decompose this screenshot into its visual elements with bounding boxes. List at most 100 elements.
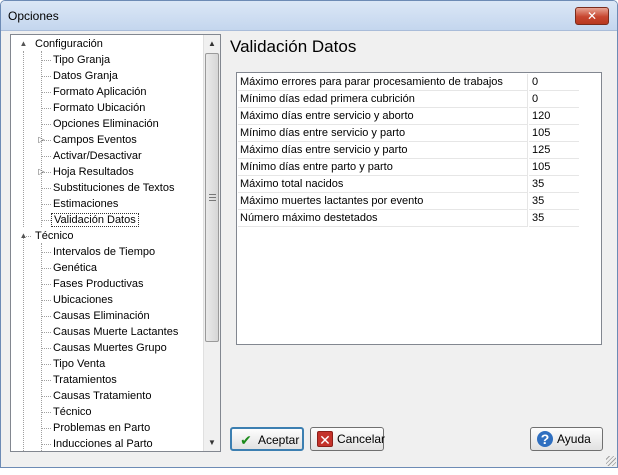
tree-item[interactable]: Opciones Eliminación bbox=[51, 116, 161, 132]
tree-item[interactable]: Inducciones al Parto bbox=[51, 436, 155, 451]
row-value-field[interactable]: 105 bbox=[529, 125, 579, 142]
close-button[interactable]: ✕ bbox=[575, 7, 609, 25]
tree-line bbox=[41, 316, 51, 317]
cancel-button[interactable]: ✕ Cancelar bbox=[310, 427, 385, 451]
tree-item[interactable]: Datos Granja bbox=[51, 68, 120, 84]
tree-item[interactable]: Substituciones de Textos bbox=[51, 180, 176, 196]
tree-line bbox=[41, 412, 51, 413]
tree-item[interactable]: Hoja Resultados bbox=[51, 164, 136, 180]
tree-line bbox=[41, 396, 51, 397]
page-title: Validación Datos bbox=[230, 37, 357, 56]
tree-line bbox=[41, 252, 51, 253]
tree-item-label: Tratamientos bbox=[53, 374, 117, 386]
options-tree[interactable]: ▲ Configuración Tipo Granja Datos Granja F… bbox=[10, 34, 221, 452]
expand-icon[interactable]: ▷ bbox=[37, 167, 46, 176]
row-label: Mínimo días edad primera cubrición bbox=[238, 91, 528, 108]
tree-line bbox=[41, 156, 51, 157]
tree-item[interactable]: Causas Eliminación bbox=[51, 308, 152, 324]
tree-item-label: Causas Muertes Grupo bbox=[53, 342, 167, 354]
x-icon: ✕ bbox=[317, 431, 333, 448]
window-title: Opciones bbox=[8, 9, 59, 23]
row-value-field[interactable]: 35 bbox=[529, 210, 579, 227]
resize-grip[interactable] bbox=[606, 456, 616, 466]
tree-line bbox=[41, 268, 51, 269]
row-label: Máximo errores para parar procesamiento … bbox=[238, 74, 528, 91]
tree-item-label: Formato Aplicación bbox=[53, 86, 147, 98]
scroll-down-icon[interactable]: ▼ bbox=[204, 434, 220, 451]
tree-line bbox=[23, 235, 24, 451]
question-icon: ? bbox=[537, 431, 553, 447]
tree-item-label: Genética bbox=[53, 262, 98, 274]
row-label: Mínimo días entre parto y parto bbox=[238, 159, 528, 176]
title-bar[interactable]: Opciones ✕ bbox=[1, 1, 617, 31]
help-button[interactable]: ? Ayuda bbox=[530, 427, 603, 451]
tree-line bbox=[41, 444, 51, 445]
row-value-field[interactable]: 0 bbox=[529, 91, 579, 108]
tree-item[interactable]: Tipo Venta bbox=[51, 356, 107, 372]
tree-item-label: Problemas en Parto bbox=[53, 422, 151, 434]
row-value-field[interactable]: 0 bbox=[529, 74, 579, 91]
tree-item-label: Campos Eventos bbox=[53, 134, 137, 146]
tree-item-label: Tipo Granja bbox=[53, 54, 111, 66]
row-label: Máximo muertes lactantes por evento bbox=[238, 193, 528, 210]
row-value-field[interactable]: 35 bbox=[529, 193, 579, 210]
tree-item[interactable]: Técnico bbox=[51, 404, 94, 420]
tree-item-label: Estimaciones bbox=[53, 198, 119, 210]
scroll-thumb[interactable] bbox=[205, 53, 219, 342]
help-label: Ayuda bbox=[557, 432, 591, 446]
tree-line bbox=[41, 364, 51, 365]
tree-line bbox=[41, 348, 51, 349]
tree-item-label: Técnico bbox=[53, 406, 92, 418]
tree-item[interactable]: Intervalos de Tiempo bbox=[51, 244, 157, 260]
check-icon: ✔ bbox=[240, 432, 252, 448]
accept-button[interactable]: ✔ Aceptar bbox=[230, 427, 304, 451]
tree-item-label: Causas Eliminación bbox=[53, 310, 150, 322]
collapse-icon[interactable]: ▲ bbox=[19, 231, 28, 240]
tree-item[interactable]: Activar/Desactivar bbox=[51, 148, 144, 164]
row-label: Número máximo destetados bbox=[238, 210, 528, 227]
tree-item[interactable]: Formato Ubicación bbox=[51, 100, 147, 116]
tree-item[interactable]: Campos Eventos bbox=[51, 132, 139, 148]
row-label: Máximo días entre servicio y aborto bbox=[238, 108, 528, 125]
tree-item-label: Datos Granja bbox=[53, 70, 118, 82]
tree-item[interactable]: Causas Muertes Grupo bbox=[51, 340, 169, 356]
scroll-up-icon[interactable]: ▲ bbox=[204, 35, 220, 52]
row-value-field[interactable]: 120 bbox=[529, 108, 579, 125]
tree-item[interactable]: Causas Muerte Lactantes bbox=[51, 324, 180, 340]
expand-icon[interactable]: ▷ bbox=[37, 135, 46, 144]
tree-item-label: Tipo Venta bbox=[53, 358, 106, 370]
options-dialog: Opciones ✕ ▲ Configuración Tipo Granja Da… bbox=[0, 0, 618, 468]
tree-item[interactable]: Problemas en Parto bbox=[51, 420, 152, 436]
grip-line bbox=[209, 197, 216, 198]
row-value-field[interactable]: 105 bbox=[529, 159, 579, 176]
row-label: Máximo días entre servicio y parto bbox=[238, 142, 528, 159]
tree-item-label: Intervalos de Tiempo bbox=[53, 246, 156, 258]
tree-line bbox=[41, 380, 51, 381]
tree-item-label: Hoja Resultados bbox=[53, 166, 134, 178]
validation-grid[interactable]: Máximo errores para parar procesamiento … bbox=[236, 72, 602, 345]
tree-item[interactable]: Genética bbox=[51, 260, 99, 276]
tree-item-label: Activar/Desactivar bbox=[53, 150, 142, 162]
tree-root-configuracion[interactable]: Configuración bbox=[33, 36, 105, 52]
row-value-field[interactable]: 35 bbox=[529, 176, 579, 193]
tree-item[interactable]: Tratamientos bbox=[51, 372, 119, 388]
tree-item[interactable]: Estimaciones bbox=[51, 196, 120, 212]
tree-item-label: Inducciones al Parto bbox=[53, 438, 153, 450]
tree-item[interactable]: Fases Productivas bbox=[51, 276, 145, 292]
row-value-field[interactable]: 125 bbox=[529, 142, 579, 159]
tree-item[interactable]: Ubicaciones bbox=[51, 292, 115, 308]
tree-line bbox=[41, 188, 51, 189]
tree-item-label: Configuración bbox=[35, 38, 103, 50]
grip-line bbox=[209, 200, 216, 201]
row-label: Mínimo días entre servicio y parto bbox=[238, 125, 528, 142]
tree-item[interactable]: Validación Datos bbox=[51, 212, 139, 228]
tree-line bbox=[41, 76, 51, 77]
collapse-icon[interactable]: ▲ bbox=[19, 39, 28, 48]
tree-scrollbar[interactable]: ▲ ▼ bbox=[203, 35, 220, 451]
grip-line bbox=[209, 194, 216, 195]
tree-item[interactable]: Formato Aplicación bbox=[51, 84, 149, 100]
tree-root-tecnico[interactable]: Técnico bbox=[33, 228, 76, 244]
tree-item[interactable]: Causas Tratamiento bbox=[51, 388, 153, 404]
tree-item-label: Técnico bbox=[35, 230, 74, 242]
tree-item[interactable]: Tipo Granja bbox=[51, 52, 112, 68]
